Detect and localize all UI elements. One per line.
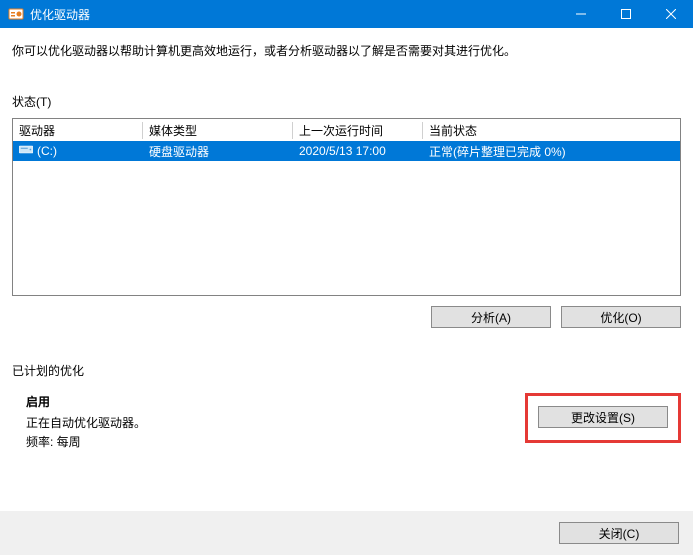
app-icon	[8, 6, 24, 22]
drive-name-text: (C:)	[37, 144, 57, 158]
close-dialog-button[interactable]: 关闭(C)	[559, 522, 679, 544]
maximize-button[interactable]	[603, 0, 648, 28]
change-settings-button[interactable]: 更改设置(S)	[538, 406, 668, 428]
column-header-status[interactable]: 当前状态	[423, 119, 680, 142]
drive-cell-status: 正常(碎片整理已完成 0%)	[423, 141, 680, 162]
highlight-box: 更改设置(S)	[525, 393, 681, 443]
scheduled-frequency: 频率: 每周	[26, 433, 525, 450]
footer: 关闭(C)	[0, 511, 693, 555]
optimize-button[interactable]: 优化(O)	[561, 306, 681, 328]
scheduled-on-label: 启用	[26, 393, 525, 410]
drive-list[interactable]: 驱动器 媒体类型 上一次运行时间 当前状态 (C:) 硬盘驱动器 2020/5/…	[12, 118, 681, 296]
status-label: 状态(T)	[12, 93, 681, 110]
scheduled-section: 已计划的优化 启用 正在自动优化驱动器。 频率: 每周 更改设置(S)	[12, 362, 681, 452]
column-header-drive[interactable]: 驱动器	[13, 119, 143, 142]
titlebar: 优化驱动器	[0, 0, 693, 28]
drive-list-header: 驱动器 媒体类型 上一次运行时间 当前状态	[13, 119, 680, 141]
window-title: 优化驱动器	[30, 6, 558, 23]
drive-cell-name: (C:)	[13, 142, 143, 160]
scheduled-info: 启用 正在自动优化驱动器。 频率: 每周	[26, 393, 525, 452]
description-text: 你可以优化驱动器以帮助计算机更高效地运行，或者分析驱动器以了解是否需要对其进行优…	[12, 42, 681, 59]
minimize-button[interactable]	[558, 0, 603, 28]
scheduled-title: 已计划的优化	[12, 362, 681, 379]
content-area: 你可以优化驱动器以帮助计算机更高效地运行，或者分析驱动器以了解是否需要对其进行优…	[0, 28, 693, 452]
close-button[interactable]	[648, 0, 693, 28]
action-buttons-row: 分析(A) 优化(O)	[12, 306, 681, 328]
scheduled-desc: 正在自动优化驱动器。	[26, 414, 525, 431]
drive-cell-last-run: 2020/5/13 17:00	[293, 142, 423, 160]
window-controls	[558, 0, 693, 28]
column-header-last-run[interactable]: 上一次运行时间	[293, 119, 423, 142]
drive-cell-media: 硬盘驱动器	[143, 141, 293, 162]
drive-icon	[19, 144, 33, 158]
column-header-media[interactable]: 媒体类型	[143, 119, 293, 142]
drive-row-selected[interactable]: (C:) 硬盘驱动器 2020/5/13 17:00 正常(碎片整理已完成 0%…	[13, 141, 680, 161]
analyze-button[interactable]: 分析(A)	[431, 306, 551, 328]
